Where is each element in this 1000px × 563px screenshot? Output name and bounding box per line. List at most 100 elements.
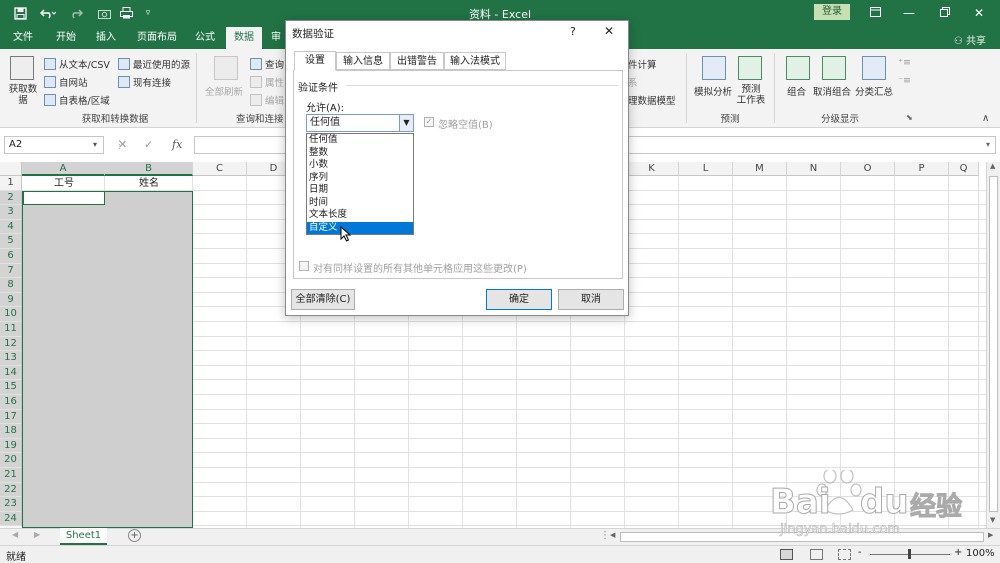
existing-connections-button[interactable]: 现有连接	[118, 75, 171, 89]
row-header-17[interactable]: 17	[0, 409, 22, 425]
confirm-entry-icon[interactable]: ✓	[144, 136, 153, 154]
tab-formulas[interactable]: 公式	[188, 27, 222, 49]
help-button[interactable]: ?	[570, 25, 576, 38]
cancel-entry-icon[interactable]: ✕	[118, 136, 127, 154]
option-text-length[interactable]: 文本长度	[307, 209, 413, 222]
row-header-3[interactable]: 3	[0, 205, 22, 220]
row-header-13[interactable]: 13	[0, 351, 22, 366]
show-detail-icon[interactable]: ⁺≡	[898, 57, 911, 68]
what-if-button[interactable]: 模拟分析	[694, 84, 732, 98]
queries-button[interactable]: 查询	[250, 57, 284, 71]
from-web-button[interactable]: 自网站	[44, 75, 88, 89]
tab-home[interactable]: 开始	[48, 27, 84, 49]
option-whole-number[interactable]: 整数	[307, 147, 413, 160]
properties-button[interactable]: 属性	[250, 75, 284, 89]
sheet-split-handle[interactable]: ⋮	[600, 530, 610, 541]
normal-view-icon[interactable]	[780, 549, 793, 560]
column-header-o[interactable]: O	[841, 162, 895, 176]
row-header-9[interactable]: 9	[0, 292, 22, 308]
option-list[interactable]: 序列	[307, 172, 413, 185]
group-button[interactable]: 组合	[787, 84, 806, 98]
next-sheet-icon[interactable]: ▶	[34, 530, 40, 539]
cancel-button[interactable]: 取消	[558, 289, 624, 310]
scroll-down-icon[interactable]: ▼	[990, 516, 995, 524]
tab-error-alert[interactable]: 出错警告	[390, 52, 444, 70]
column-header-n[interactable]: N	[787, 162, 841, 176]
tab-settings[interactable]: 设置	[294, 51, 336, 71]
column-header-k[interactable]: K	[625, 162, 679, 176]
column-header-a[interactable]: A	[22, 162, 105, 176]
name-box-dropdown-icon[interactable]: ▾	[93, 136, 97, 154]
hide-detail-icon[interactable]: ⁻≡	[898, 75, 911, 86]
option-date[interactable]: 日期	[307, 184, 413, 197]
from-table-button[interactable]: 自表格/区域	[44, 93, 110, 107]
login-button[interactable]: 登录	[814, 4, 850, 20]
row-header-21[interactable]: 21	[0, 468, 22, 483]
row-header-5[interactable]: 5	[0, 234, 22, 249]
option-any-value[interactable]: 任何值	[307, 134, 413, 147]
calc-button[interactable]: 件计算	[628, 57, 657, 71]
share-button[interactable]: ⚇ 共享	[954, 32, 986, 47]
tab-data[interactable]: 数据	[226, 27, 262, 49]
apply-all-checkbox[interactable]	[299, 261, 309, 271]
option-decimal[interactable]: 小数	[307, 159, 413, 172]
scroll-left-icon[interactable]: ◀	[610, 531, 615, 539]
row-header-14[interactable]: 14	[0, 365, 22, 381]
row-header-10[interactable]: 10	[0, 307, 22, 322]
row-header-6[interactable]: 6	[0, 249, 22, 264]
tab-input-message[interactable]: 输入信息	[336, 52, 390, 70]
zoom-slider-knob[interactable]	[908, 549, 911, 559]
row-header-7[interactable]: 7	[0, 263, 22, 279]
scroll-right-icon[interactable]: ▶	[988, 531, 993, 539]
vertical-scroll-thumb[interactable]	[989, 176, 998, 512]
active-cell[interactable]	[23, 191, 105, 205]
column-header-l[interactable]: L	[679, 162, 733, 176]
row-header-19[interactable]: 19	[0, 438, 22, 454]
row-header-23[interactable]: 23	[0, 497, 22, 512]
option-time[interactable]: 时间	[307, 197, 413, 210]
get-data-button[interactable]: 获取数 据	[8, 84, 38, 106]
tab-file[interactable]: 文件	[6, 27, 40, 49]
restore-icon[interactable]	[932, 3, 958, 23]
zoom-in-button[interactable]: +	[954, 547, 962, 558]
option-custom[interactable]: 自定义	[307, 221, 413, 234]
vertical-scrollbar[interactable]: ▲ ▼	[986, 162, 1000, 528]
column-header-b[interactable]: B	[105, 162, 193, 176]
prev-sheet-icon[interactable]: ◀	[12, 530, 18, 539]
row-header-24[interactable]: 24	[0, 511, 22, 527]
forecast-sheet-button[interactable]: 预测 工作表	[735, 84, 767, 106]
ignore-blank-checkbox[interactable]: ✓	[424, 117, 434, 127]
subtotal-button[interactable]: 分类汇总	[855, 84, 893, 98]
tab-ime-mode[interactable]: 输入法模式	[444, 52, 506, 70]
allow-options-list[interactable]: 任何值 整数 小数 序列 日期 时间 文本长度 自定义	[306, 133, 414, 235]
ribbon-display-icon[interactable]	[862, 3, 888, 23]
allow-select[interactable]: 任何值	[306, 114, 414, 132]
column-header-q[interactable]: Q	[949, 162, 979, 176]
zoom-out-button[interactable]: -	[858, 547, 862, 558]
tab-insert[interactable]: 插入	[88, 27, 124, 49]
clear-all-button[interactable]: 全部清除(C)	[291, 289, 355, 310]
sheet-tab-sheet1[interactable]: Sheet1	[60, 528, 107, 545]
ok-button[interactable]: 确定	[486, 289, 552, 310]
recent-sources-button[interactable]: 最近使用的源	[118, 57, 190, 71]
ungroup-button[interactable]: 取消组合	[813, 84, 851, 98]
allow-dropdown-arrow-icon[interactable]: ▼	[399, 114, 414, 132]
page-layout-view-icon[interactable]	[810, 549, 823, 560]
row-header-4[interactable]: 4	[0, 219, 22, 235]
row-header-20[interactable]: 20	[0, 453, 22, 468]
relationships-button[interactable]: 系	[628, 75, 638, 89]
row-header-22[interactable]: 22	[0, 482, 22, 498]
close-window-icon[interactable]: ✕	[966, 3, 992, 23]
cell-b1[interactable]: 姓名	[106, 177, 192, 191]
row-header-8[interactable]: 8	[0, 278, 22, 293]
row-header-18[interactable]: 18	[0, 424, 22, 439]
collapse-ribbon-icon[interactable]: ∧	[982, 113, 989, 124]
row-header-15[interactable]: 15	[0, 380, 22, 395]
outline-settings-icon[interactable]: ⬊	[906, 113, 913, 122]
name-box[interactable]: A2	[4, 136, 104, 154]
tab-review[interactable]: 审	[266, 27, 286, 49]
add-sheet-icon[interactable]: +	[128, 529, 141, 542]
row-header-12[interactable]: 12	[0, 336, 22, 352]
row-header-2[interactable]: 2	[0, 190, 22, 206]
minimize-icon[interactable]: —	[896, 3, 922, 23]
